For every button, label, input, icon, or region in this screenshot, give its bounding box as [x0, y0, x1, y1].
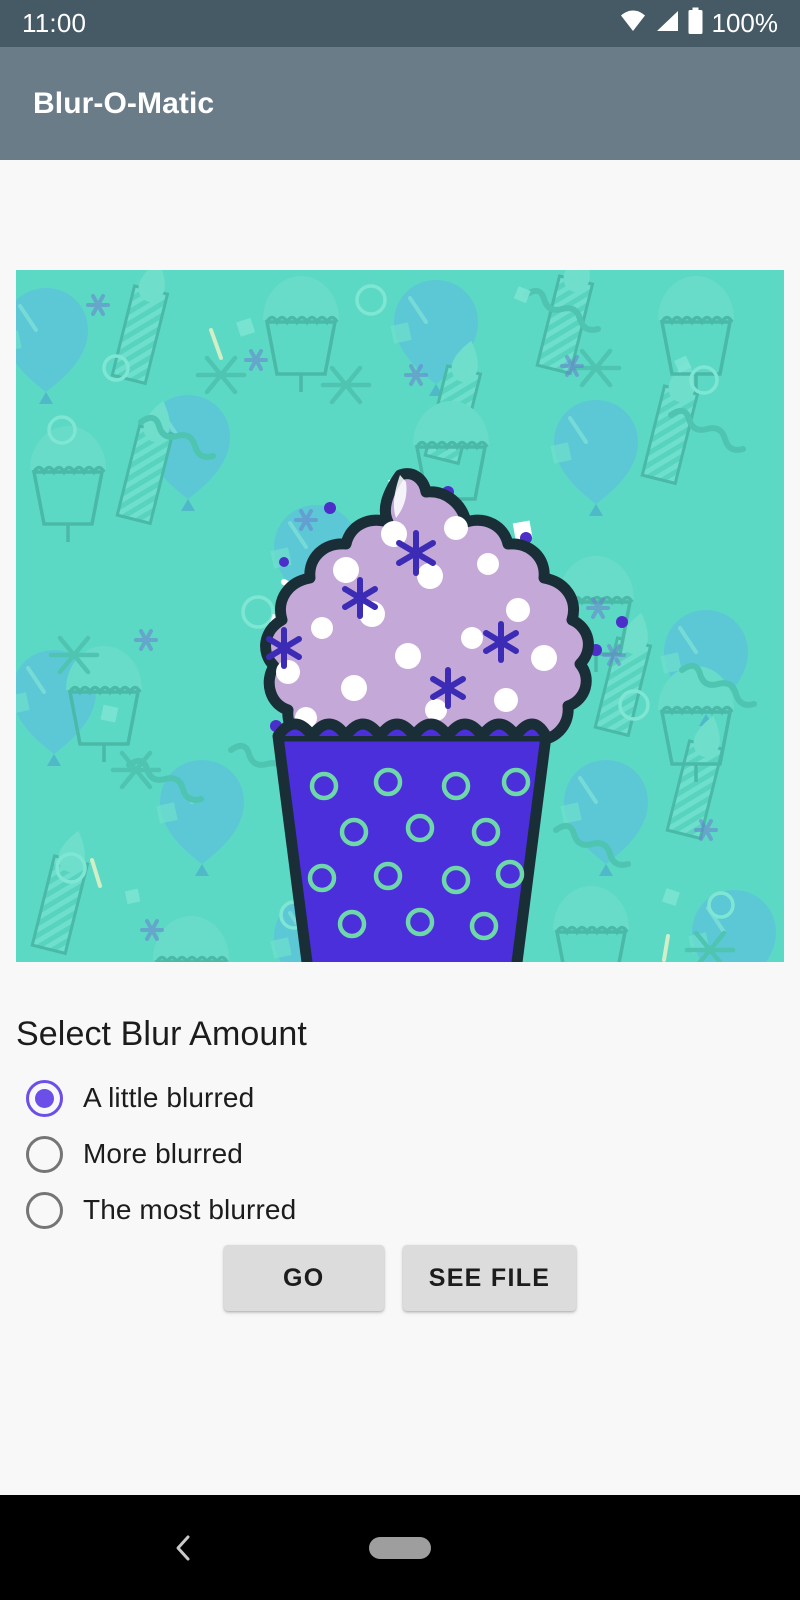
status-bar-icons: 100%	[619, 7, 779, 40]
section-title: Select Blur Amount	[16, 1015, 307, 1053]
app-title: Blur-O-Matic	[33, 86, 215, 120]
radio-option-label: More blurred	[83, 1138, 243, 1169]
radio-option-label: A little blurred	[83, 1082, 255, 1113]
action-button-row: GO SEE FILE	[0, 1245, 800, 1311]
battery-icon	[687, 7, 704, 40]
radio-option-the-most-blurred[interactable]: The most blurred	[0, 1182, 800, 1238]
wifi-icon	[619, 8, 647, 39]
battery-percent-label: 100%	[711, 8, 779, 38]
blur-amount-section: Select Blur Amount A little blurred More…	[0, 1015, 800, 1238]
cellular-signal-icon	[654, 8, 680, 39]
radio-button-unselected-icon[interactable]	[26, 1191, 63, 1229]
radio-option-label: The most blurred	[83, 1194, 297, 1225]
app-bar: Blur-O-Matic	[0, 47, 800, 160]
radio-button-selected-icon[interactable]	[26, 1079, 63, 1117]
radio-option-a-little-blurred[interactable]: A little blurred	[0, 1070, 800, 1126]
go-button[interactable]: GO	[223, 1245, 384, 1311]
home-pill-indicator[interactable]	[369, 1536, 431, 1559]
system-navigation-bar	[0, 1495, 800, 1600]
see-file-button[interactable]: SEE FILE	[402, 1245, 577, 1311]
status-bar: 11:00 100%	[0, 0, 800, 47]
main-content: Select Blur Amount A little blurred More…	[0, 160, 800, 1495]
radio-button-unselected-icon[interactable]	[26, 1135, 63, 1173]
cupcake-image	[16, 270, 784, 962]
radio-option-more-blurred[interactable]: More blurred	[0, 1126, 800, 1182]
chevron-left-icon[interactable]	[160, 1524, 208, 1572]
status-bar-clock: 11:00	[22, 8, 87, 38]
